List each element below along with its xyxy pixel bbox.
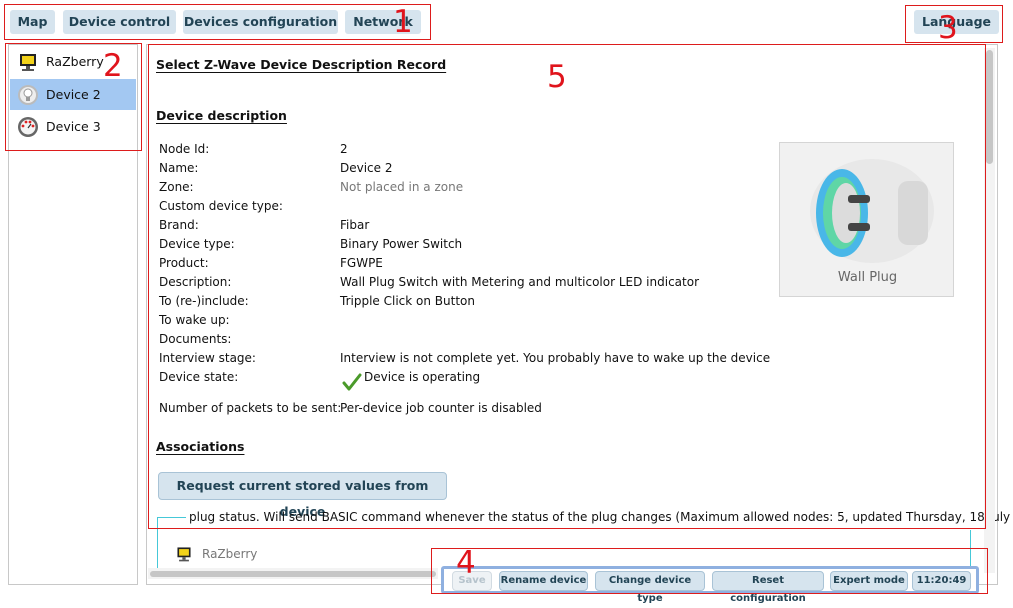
annotation-box-4 xyxy=(431,548,988,594)
annotation-number-3: 3 xyxy=(938,10,958,46)
annotation-box-5 xyxy=(148,44,986,529)
annotation-number-4: 4 xyxy=(456,545,476,581)
scrollbar-thumb[interactable] xyxy=(986,50,993,164)
horizontal-scrollbar[interactable] xyxy=(148,568,438,579)
annotation-number-5: 5 xyxy=(547,59,567,95)
controller-icon xyxy=(177,547,191,562)
annotation-number-1: 1 xyxy=(393,4,413,40)
scrollbar-thumb[interactable] xyxy=(150,571,436,577)
annotation-number-2: 2 xyxy=(103,48,123,84)
association-node-label: RaZberry xyxy=(202,547,258,561)
annotation-box-1 xyxy=(4,4,431,40)
